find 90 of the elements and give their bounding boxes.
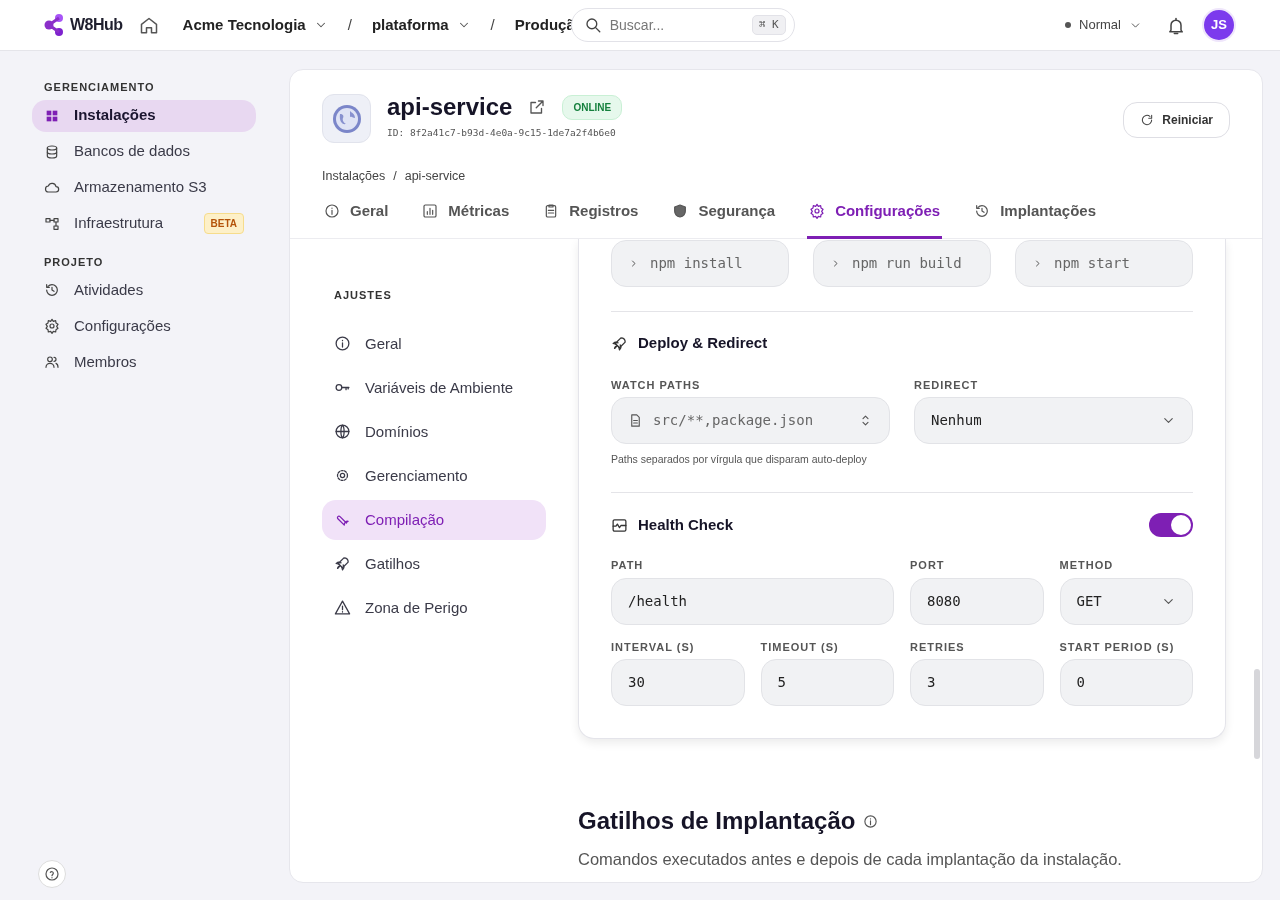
file-icon <box>628 413 643 429</box>
input-field[interactable]: 30 <box>611 659 745 706</box>
scrollbar[interactable] <box>1254 669 1260 760</box>
tab[interactable]: Métricas <box>420 191 512 240</box>
logo-text: W8Hub <box>70 15 123 35</box>
breadcrumb-separator: / <box>490 14 495 35</box>
sidebar-item[interactable]: Instalações <box>32 99 256 132</box>
field-hint: Paths separados por vírgula que disparam auto-deploy <box>611 452 868 468</box>
section-title: GERENCIAMENTO <box>43 80 156 95</box>
breadcrumb-link[interactable]: api-service <box>404 167 466 186</box>
command-field[interactable]: npm install <box>611 240 789 288</box>
input-field[interactable]: 5 <box>760 659 894 706</box>
sidebar-item[interactable]: Membros <box>32 346 256 378</box>
home-icon[interactable] <box>138 15 159 36</box>
help-icon <box>44 866 60 882</box>
tab[interactable]: Implantações <box>972 191 1098 240</box>
database-icon <box>44 143 60 160</box>
section-title: AJUSTES <box>333 288 393 304</box>
tab[interactable]: Geral <box>322 191 391 240</box>
tab[interactable]: Segurança <box>670 191 778 240</box>
toggle-switch[interactable] <box>1149 513 1193 537</box>
field-label: TIMEOUT (S) <box>760 639 840 655</box>
watch-paths-field[interactable]: src/**,package.json <box>611 397 890 445</box>
section-description: Comandos executados antes e depois de cada implantação da instalação. <box>578 849 1123 870</box>
settings-nav-item[interactable]: Gerenciamento <box>322 455 546 496</box>
sidebar-item[interactable]: Atividades <box>32 274 256 306</box>
command-field[interactable]: npm run build <box>813 240 991 288</box>
settings-nav-item[interactable]: Variáveis de Ambiente <box>322 367 546 408</box>
history-icon <box>44 282 60 298</box>
section-heading: Health Check <box>638 514 734 535</box>
shield-icon <box>672 203 689 219</box>
command-field[interactable]: npm start <box>1015 240 1193 288</box>
settings-nav-item[interactable]: Zona de Perigo <box>322 587 546 628</box>
field-label: INTERVAL (S) <box>611 639 696 655</box>
external-link-icon[interactable] <box>528 98 547 117</box>
settings-nav-item[interactable]: Domínios <box>322 411 546 452</box>
restart-button[interactable]: Reiniciar <box>1123 102 1230 138</box>
refresh-icon <box>1140 113 1155 127</box>
warning-icon <box>334 599 351 617</box>
field-label: PORT <box>910 558 946 573</box>
breadcrumb-link[interactable]: Instalações <box>322 167 386 186</box>
input-field[interactable]: 0 <box>1059 659 1193 706</box>
network-icon <box>44 215 60 232</box>
sidebar-item[interactable]: Bancos de dados <box>32 135 256 168</box>
rocket-icon <box>334 555 351 573</box>
field-label: RETRIES <box>910 639 966 655</box>
sidebar-item[interactable]: Configurações <box>32 310 256 342</box>
info-icon <box>863 813 879 829</box>
section-heading: Deploy & Redirect <box>638 333 768 354</box>
search-icon <box>583 16 602 34</box>
breadcrumb-separator: / <box>347 14 352 35</box>
status-dot-icon <box>1065 22 1072 28</box>
input-field[interactable]: 3 <box>910 659 1044 706</box>
sidebar-item[interactable]: Armazenamento S3 <box>32 171 256 204</box>
logo-icon <box>44 13 66 37</box>
breadcrumb-dropdown[interactable]: plataforma <box>371 13 471 37</box>
bell-icon[interactable] <box>1166 15 1186 36</box>
settings-nav-item[interactable]: Compilação <box>322 499 546 540</box>
breadcrumb-dropdown[interactable]: Acme Tecnologia <box>182 13 328 37</box>
chart-icon <box>422 203 439 219</box>
user-avatar[interactable]: JS <box>1202 8 1236 42</box>
section-heading: Gatilhos de Implantação <box>578 806 856 836</box>
input-field[interactable]: /health <box>611 577 894 625</box>
beta-badge: BETA <box>203 213 244 234</box>
shortcut-key: ⌘ K <box>751 14 786 36</box>
input-field[interactable]: 8080 <box>910 577 1044 625</box>
field-label: PATH <box>611 558 645 573</box>
settings-nav-item[interactable]: Gatilhos <box>322 543 546 584</box>
users-icon <box>44 354 60 370</box>
pulse-icon <box>611 516 628 534</box>
rocket-icon <box>611 335 628 352</box>
status-badge: ONLINE <box>562 94 623 120</box>
breadcrumb-separator: / <box>393 168 397 185</box>
field-label: START PERIOD (S) <box>1059 639 1176 655</box>
service-id: ID: 8f2a41c7-b93d-4e0a-9c15-1de7a2f4b6e0 <box>387 126 617 141</box>
sidebar-item[interactable]: Infraestrutura BETA <box>32 207 256 240</box>
history-icon <box>974 203 991 219</box>
tab[interactable]: Registros <box>541 191 641 240</box>
mode-dropdown[interactable]: Normal <box>1065 15 1142 35</box>
service-title: api-service <box>387 94 513 121</box>
section-title: PROJETO <box>43 254 105 270</box>
field-label: WATCH PATHS <box>611 377 702 393</box>
info-icon <box>324 203 340 219</box>
method-select[interactable]: GET <box>1059 577 1193 625</box>
settings-nav-item[interactable]: Geral <box>322 323 546 364</box>
info-icon <box>334 335 351 353</box>
field-label: METHOD <box>1059 558 1115 573</box>
redirect-select[interactable]: Nenhum <box>914 397 1193 445</box>
help-button[interactable] <box>38 860 66 888</box>
field-label: REDIRECT <box>914 377 980 393</box>
